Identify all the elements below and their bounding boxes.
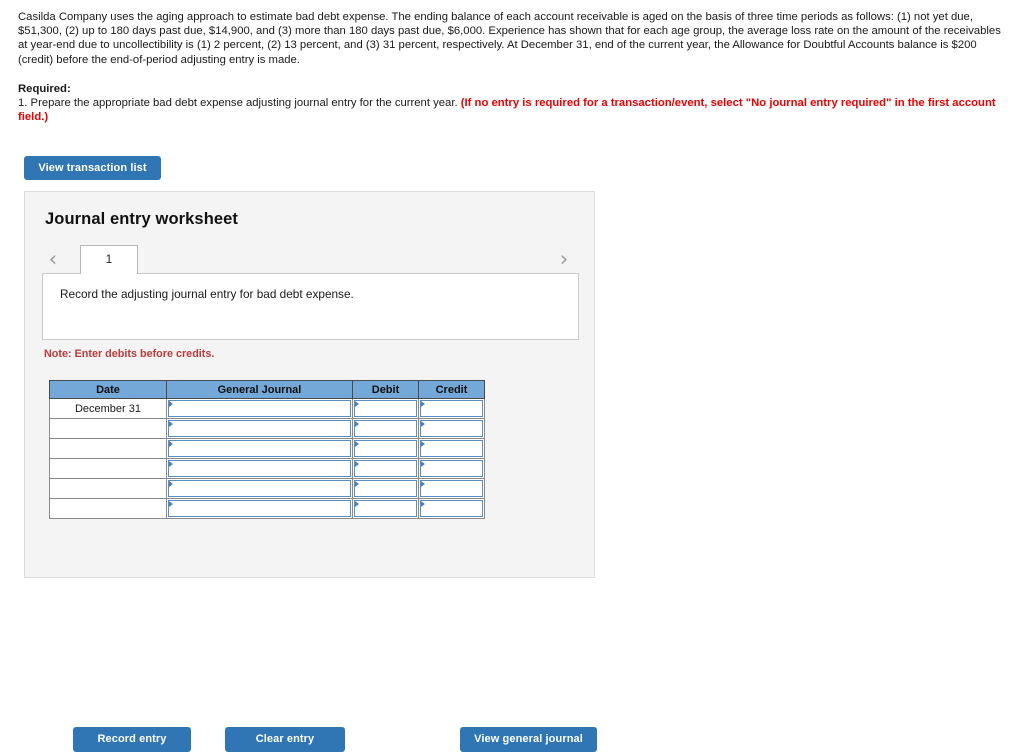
dropdown-caret-icon [169, 401, 173, 407]
chevron-right-icon[interactable]: › [554, 245, 574, 273]
dropdown-caret-icon [355, 441, 359, 447]
dropdown-caret-icon [421, 481, 425, 487]
instruction-text: Record the adjusting journal entry for b… [60, 287, 354, 301]
dropdown-caret-icon [355, 481, 359, 487]
cell-general-journal[interactable] [166, 438, 353, 459]
note-text: Note: Enter debits before credits. [44, 348, 215, 360]
worksheet-title: Journal entry worksheet [45, 210, 239, 228]
cell-credit[interactable] [418, 398, 485, 419]
view-transaction-list-button[interactable]: View transaction list [24, 156, 161, 180]
journal-entry-table: Date General Journal Debit Credit Decemb… [49, 380, 485, 519]
cell-debit[interactable] [352, 418, 419, 439]
cell-debit[interactable] [352, 398, 419, 419]
dropdown-caret-icon [421, 501, 425, 507]
table-row [49, 458, 485, 479]
cell-debit[interactable] [352, 438, 419, 459]
table-header-row: Date General Journal Debit Credit [49, 380, 485, 399]
problem-statement: Casilda Company uses the aging approach … [18, 11, 1001, 66]
cell-date[interactable] [49, 438, 167, 459]
view-general-journal-button[interactable]: View general journal [460, 727, 597, 752]
table-row [49, 438, 485, 459]
dropdown-caret-icon [169, 441, 173, 447]
table-row [49, 498, 485, 519]
cell-general-journal[interactable] [166, 478, 353, 499]
cell-credit[interactable] [418, 438, 485, 459]
chevron-left-icon[interactable]: ‹ [43, 245, 63, 273]
cell-debit[interactable] [352, 498, 419, 519]
required-block: Required: 1. Prepare the appropriate bad… [18, 82, 1008, 125]
cell-general-journal[interactable] [166, 498, 353, 519]
cell-date[interactable] [49, 418, 167, 439]
cell-credit[interactable] [418, 478, 485, 499]
column-header-general-journal: General Journal [166, 380, 353, 399]
dropdown-caret-icon [355, 421, 359, 427]
journal-entry-worksheet-panel: Journal entry worksheet ‹ 1 › Record the… [24, 191, 597, 752]
cell-credit[interactable] [418, 458, 485, 479]
dropdown-caret-icon [169, 481, 173, 487]
cell-date[interactable] [49, 498, 167, 519]
column-header-credit: Credit [418, 380, 485, 399]
clear-entry-button[interactable]: Clear entry [225, 727, 345, 752]
required-label: Required: [18, 83, 71, 95]
dropdown-caret-icon [421, 421, 425, 427]
dropdown-caret-icon [169, 501, 173, 507]
worksheet-tab-1[interactable]: 1 [80, 245, 138, 274]
cell-general-journal[interactable] [166, 458, 353, 479]
cell-debit[interactable] [352, 458, 419, 479]
dropdown-caret-icon [169, 461, 173, 467]
column-header-date: Date [49, 380, 167, 399]
dropdown-caret-icon [421, 441, 425, 447]
dropdown-caret-icon [421, 461, 425, 467]
dropdown-caret-icon [169, 421, 173, 427]
dropdown-caret-icon [355, 461, 359, 467]
cell-debit[interactable] [352, 478, 419, 499]
dropdown-caret-icon [355, 401, 359, 407]
table-row [49, 418, 485, 439]
cell-date[interactable] [49, 458, 167, 479]
dropdown-caret-icon [355, 501, 359, 507]
cell-general-journal[interactable] [166, 398, 353, 419]
table-row [49, 478, 485, 499]
worksheet-tab-strip: ‹ 1 › [25, 245, 596, 274]
required-item-text: 1. Prepare the appropriate bad debt expe… [18, 97, 461, 110]
cell-credit[interactable] [418, 418, 485, 439]
cell-date[interactable]: December 31 [49, 398, 167, 419]
table-row: December 31 [49, 398, 485, 419]
dropdown-caret-icon [421, 401, 425, 407]
cell-credit[interactable] [418, 498, 485, 519]
column-header-debit: Debit [352, 380, 419, 399]
cell-date[interactable] [49, 478, 167, 499]
instruction-box: Record the adjusting journal entry for b… [42, 273, 579, 340]
record-entry-button[interactable]: Record entry [73, 727, 191, 752]
cell-general-journal[interactable] [166, 418, 353, 439]
